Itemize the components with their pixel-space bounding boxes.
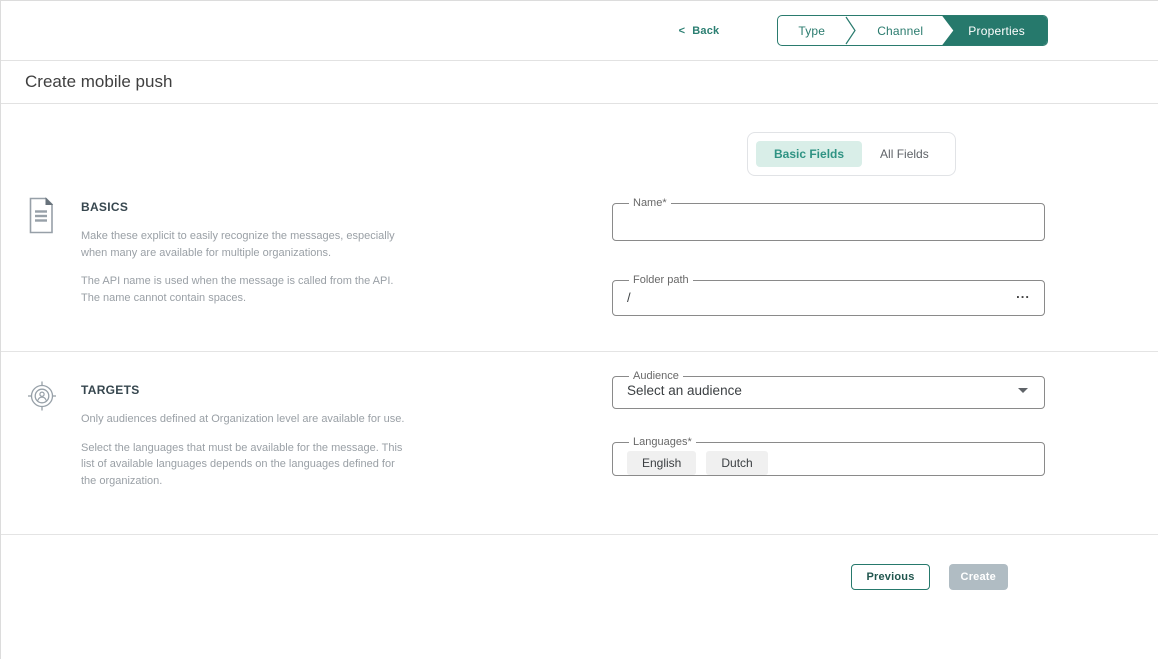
targets-description-block: TARGETS Only audiences defined at Organi… <box>81 380 411 501</box>
chevron-down-icon <box>1018 388 1028 393</box>
targets-heading: TARGETS <box>81 383 140 397</box>
targets-fields-column: Audience Select an audience Languages* E… <box>612 370 1045 501</box>
targets-paragraph: Only audiences defined at Organization l… <box>81 413 405 425</box>
page-title: Create mobile push <box>25 72 173 91</box>
audience-field-label: Audience <box>633 370 679 382</box>
audience-select-field[interactable]: Audience Select an audience <box>612 370 1045 409</box>
audience-target-icon <box>27 380 57 501</box>
languages-field-label: Languages* <box>633 436 692 448</box>
step-type[interactable]: Type <box>778 16 845 45</box>
language-chips: English Dutch <box>627 449 1032 475</box>
language-chip-dutch[interactable]: Dutch <box>706 451 768 475</box>
step-properties-label: Properties <box>968 23 1025 38</box>
basics-paragraph: The API name is used when the message is… <box>81 275 394 304</box>
audience-select[interactable]: Select an audience <box>627 383 1032 408</box>
tabs-row: Basic Fields All Fields <box>1 104 1158 176</box>
back-button[interactable]: < Back <box>679 25 720 37</box>
targets-left-column: TARGETS Only audiences defined at Organi… <box>1 380 612 501</box>
tab-all-fields[interactable]: All Fields <box>862 141 947 167</box>
tab-basic-fields[interactable]: Basic Fields <box>756 141 863 167</box>
step-properties[interactable]: Properties <box>942 16 1047 45</box>
targets-paragraph: Select the languages that must be availa… <box>81 441 403 487</box>
section-basics: BASICS Make these explicit to easily rec… <box>1 197 1158 351</box>
back-label: Back <box>692 24 720 37</box>
create-mobile-push-page: < Back Type Channel Properties Create mo… <box>0 0 1158 659</box>
wizard-stepper: Type Channel Properties <box>777 15 1048 46</box>
language-chip-english[interactable]: English <box>627 451 697 475</box>
basics-description-block: BASICS Make these explicit to easily rec… <box>81 197 411 318</box>
top-bar: < Back Type Channel Properties <box>1 1 1158 61</box>
name-field-label: Name* <box>633 197 667 209</box>
basics-paragraph: Make these explicit to easily recognize … <box>81 230 395 259</box>
folder-path-value: / <box>627 289 631 305</box>
back-chevron-icon: < <box>678 24 686 37</box>
basics-fields-column: Name* Folder path / ... <box>612 197 1045 318</box>
step-channel-label: Channel <box>877 23 924 38</box>
step-type-label: Type <box>798 23 826 38</box>
basics-left-column: BASICS Make these explicit to easily rec… <box>1 197 612 318</box>
step-channel[interactable]: Channel <box>857 16 943 45</box>
folder-path-field-label: Folder path <box>633 274 689 286</box>
footer-actions: Previous Create <box>1 535 1158 590</box>
step-separator-icon <box>845 16 856 45</box>
languages-field[interactable]: Languages* English Dutch <box>612 436 1045 476</box>
name-input[interactable] <box>627 210 1032 234</box>
create-button[interactable]: Create <box>948 564 1008 590</box>
folder-path-field[interactable]: Folder path / ... <box>612 274 1045 316</box>
basics-heading: BASICS <box>81 200 129 214</box>
previous-button[interactable]: Previous <box>851 564 930 590</box>
section-targets: TARGETS Only audiences defined at Organi… <box>1 352 1158 534</box>
title-bar: Create mobile push <box>1 61 1158 104</box>
folder-browse-button[interactable]: ... <box>1014 287 1032 307</box>
field-view-toggle: Basic Fields All Fields <box>747 132 956 176</box>
audience-select-value: Select an audience <box>627 383 742 398</box>
name-field[interactable]: Name* <box>612 197 1045 241</box>
document-icon <box>27 197 57 318</box>
